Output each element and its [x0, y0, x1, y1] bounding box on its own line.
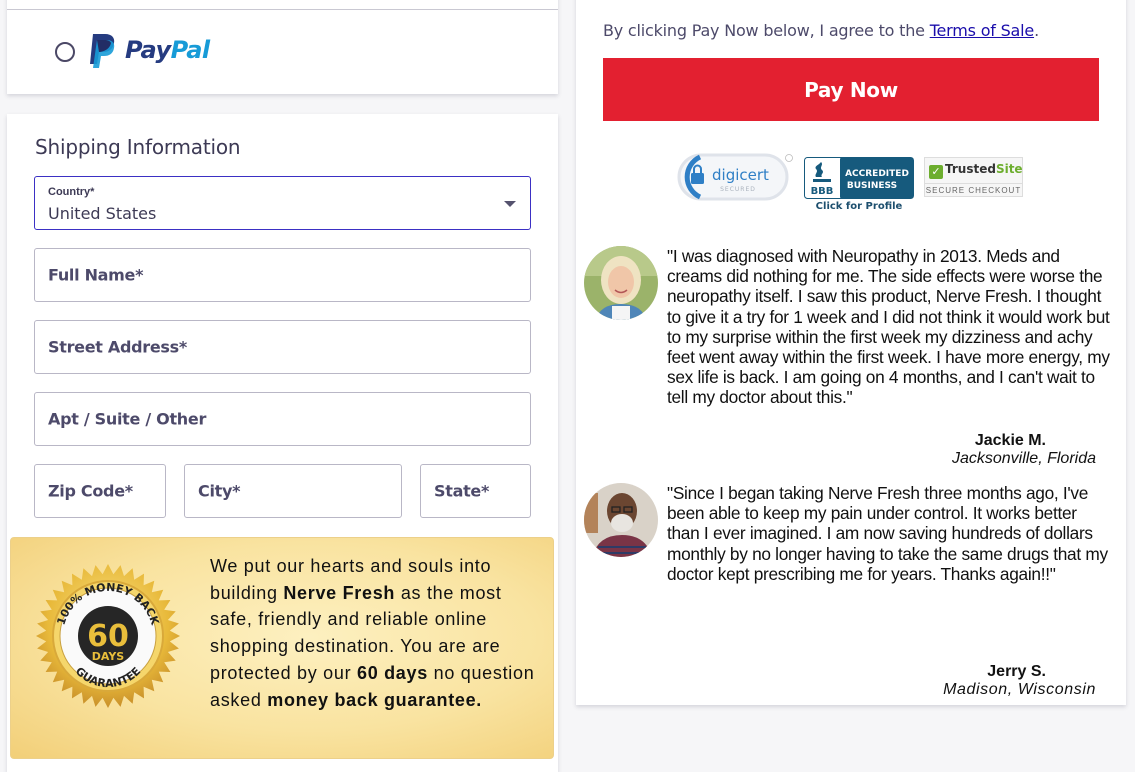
checkout-summary-card: By clicking Pay Now below, I agree to th…: [576, 0, 1126, 705]
state-field[interactable]: State*: [420, 464, 531, 518]
avatar: [584, 246, 658, 320]
trustedsite-sub: SECURE CHECKOUT: [925, 183, 1022, 195]
trust-badges: digicert SECURED BBB ACCREDITED BUSINESS…: [676, 153, 1026, 213]
shipping-title: Shipping Information: [35, 135, 241, 159]
city-field[interactable]: City*: [184, 464, 402, 518]
full-name-placeholder: Full Name*: [48, 265, 144, 285]
pay-now-button[interactable]: Pay Now: [603, 58, 1099, 121]
street-address-placeholder: Street Address*: [48, 337, 187, 357]
chevron-down-icon: [504, 201, 516, 207]
zip-code-placeholder: Zip Code*: [48, 481, 133, 501]
bbb-line2: BUSINESS: [847, 181, 897, 191]
apt-suite-placeholder: Apt / Suite / Other: [48, 409, 207, 429]
street-address-field[interactable]: Street Address*: [34, 320, 531, 374]
digicert-label: digicert: [712, 166, 769, 184]
avatar: [584, 483, 658, 557]
zip-code-field[interactable]: Zip Code*: [34, 464, 166, 518]
bbb-logo-text: BBB: [811, 186, 834, 197]
testimonial-author: Jackie M. Jacksonville, Florida: [952, 432, 1096, 468]
country-select[interactable]: Country* United States: [34, 176, 531, 230]
paypal-radio[interactable]: [55, 42, 75, 62]
author-location: Madison, Wisconsin: [943, 681, 1096, 698]
testimonial-quote: "I was diagnosed with Neuropathy in 2013…: [667, 246, 1110, 408]
author-name: Jackie M.: [974, 432, 1046, 449]
testimonial-author: Jerry S. Madison, Wisconsin: [943, 663, 1096, 699]
paypal-icon: [90, 34, 115, 68]
terms-of-sale-link[interactable]: Terms of Sale: [930, 21, 1035, 40]
trustedsite-badge[interactable]: ✓ TrustedSite SECURE CHECKOUT: [924, 157, 1023, 197]
author-name: Jerry S.: [987, 663, 1046, 680]
terms-notice: By clicking Pay Now below, I agree to th…: [603, 21, 1039, 40]
state-placeholder: State*: [434, 481, 490, 501]
country-label: Country*: [48, 186, 95, 198]
seal-unit: DAYS: [92, 650, 125, 663]
apt-suite-field[interactable]: Apt / Suite / Other: [34, 392, 531, 446]
checkmark-icon: ✓: [929, 165, 943, 179]
testimonial-quote: "Since I began taking Nerve Fresh three …: [667, 483, 1108, 584]
money-back-seal-icon: 60 DAYS 100% MONEY BACK GUARANTEE: [36, 564, 180, 708]
bbb-line1: ACCREDITED: [845, 169, 909, 179]
full-name-field[interactable]: Full Name*: [34, 248, 531, 302]
testimonial: "Since I began taking Nerve Fresh three …: [584, 483, 1114, 698]
digicert-sub: SECURED: [720, 186, 756, 193]
author-location: Jacksonville, Florida: [951, 450, 1096, 467]
paypal-logo[interactable]: PayPal: [88, 34, 228, 68]
city-placeholder: City*: [198, 481, 241, 501]
bbb-badge[interactable]: BBB ACCREDITED BUSINESS: [804, 157, 914, 199]
bbb-click-for-profile[interactable]: Click for Profile: [804, 201, 914, 212]
guarantee-text: We put our hearts and souls into buildin…: [210, 556, 535, 710]
payment-method-card: PayPal: [7, 0, 558, 94]
country-value: United States: [48, 204, 157, 223]
digicert-badge[interactable]: digicert SECURED: [676, 153, 794, 201]
divider: [7, 9, 558, 10]
seal-number: 60: [87, 619, 129, 654]
shipping-card: Shipping Information Country* United Sta…: [7, 114, 558, 772]
testimonial: "I was diagnosed with Neuropathy in 2013…: [584, 246, 1114, 468]
guarantee-banner: 60 DAYS 100% MONEY BACK GUARANTEE We put…: [10, 537, 554, 759]
paypal-wordmark: PayPal: [125, 36, 210, 64]
